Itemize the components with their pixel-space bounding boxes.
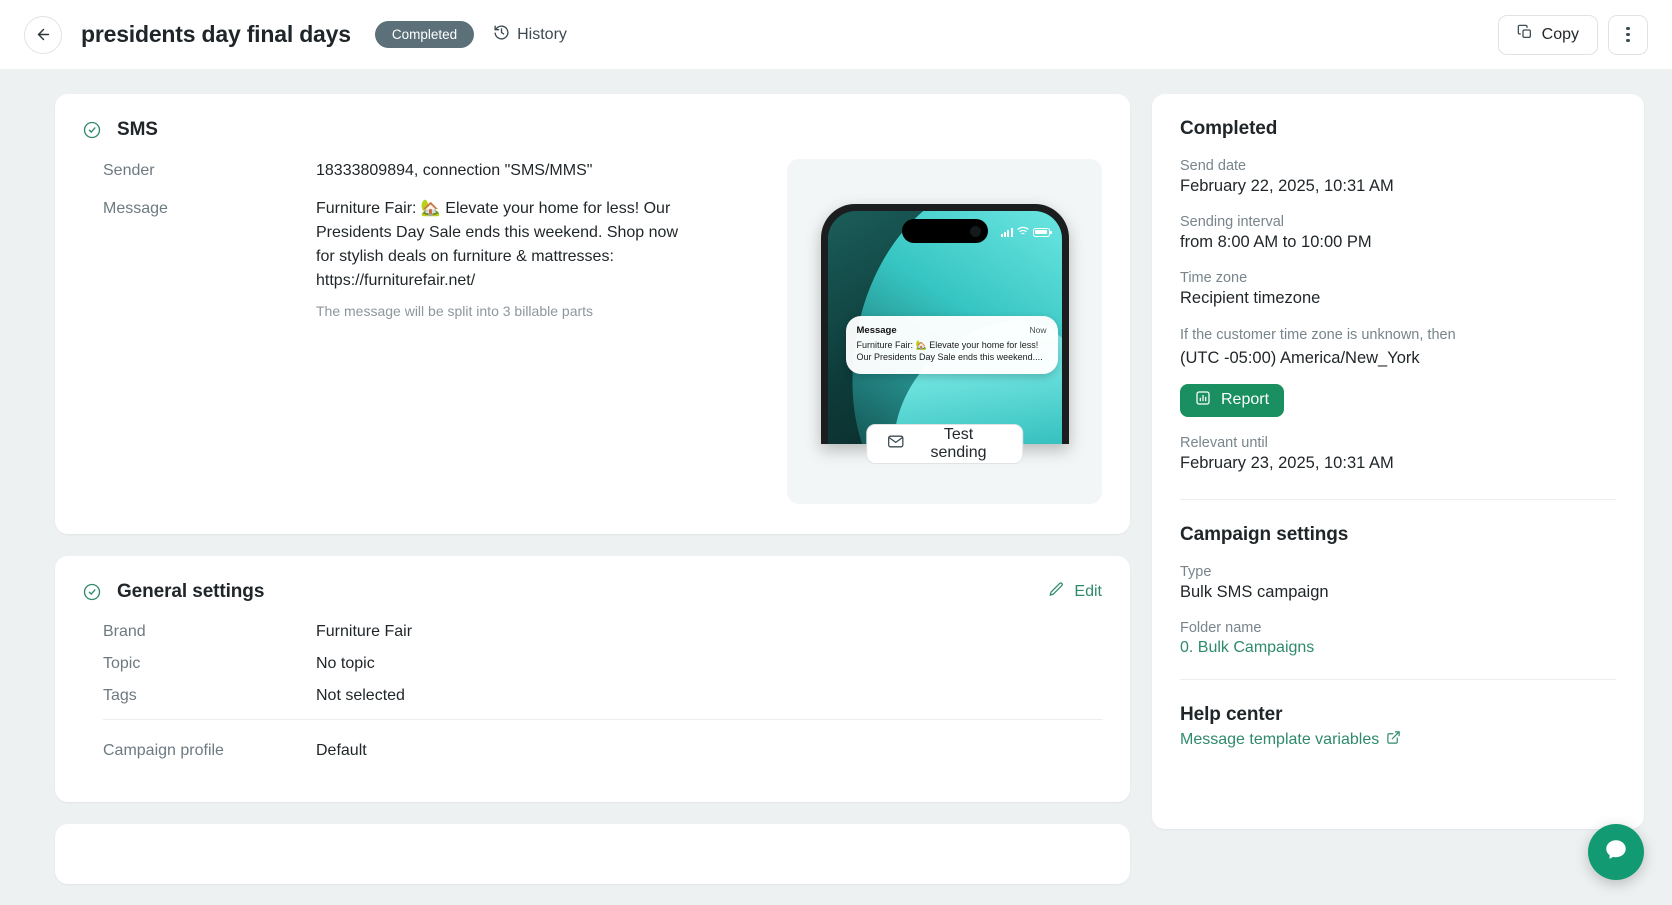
time-zone-value: Recipient timezone (1180, 289, 1321, 307)
time-zone-fallback-note: If the customer time zone is unknown, th… (1180, 327, 1456, 343)
tags-label: Tags (103, 687, 137, 704)
relevant-until-value: February 23, 2025, 10:31 AM (1180, 453, 1394, 472)
test-sending-label: Test sending (930, 426, 987, 461)
phone-preview: Message Now Furniture Fair: 🏡 Elevate yo… (787, 159, 1102, 504)
report-label: Report (1221, 391, 1270, 409)
message-value: Furniture Fair: 🏡 Elevate your home for … (316, 200, 678, 289)
sidebar-divider-1 (1180, 498, 1616, 500)
sms-card-body: Sender 18333809894, connection "SMS/MMS"… (83, 159, 1102, 504)
arrow-left-icon (35, 26, 52, 43)
topic-value: No topic (316, 655, 375, 672)
field-row-message: Message Furniture Fair: 🏡 Elevate your h… (103, 197, 783, 319)
main-column: SMS Sender 18333809894, connection "SMS/… (55, 94, 1130, 905)
topic-label: Topic (103, 655, 141, 672)
time-zone-label: Time zone (1180, 270, 1248, 286)
more-options-button[interactable] (1608, 14, 1648, 55)
bar-chart-icon (1195, 390, 1211, 411)
sidebar-status-title: Completed (1180, 118, 1278, 139)
message-label: Message (103, 200, 168, 217)
row-tags: Tags Not selected (103, 687, 1102, 705)
sms-card-title: SMS (117, 119, 158, 140)
sms-card-header: SMS (83, 119, 1102, 141)
row-campaign-profile: Campaign profile Default (103, 742, 1102, 760)
back-button[interactable] (24, 15, 62, 54)
wifi-icon (1016, 223, 1029, 241)
chat-bubble-icon (1603, 837, 1629, 868)
general-settings-body: Brand Furniture Fair Topic No topic Tags… (83, 623, 1103, 760)
envelope-icon (887, 433, 904, 455)
brand-value: Furniture Fair (316, 623, 413, 640)
copy-label: Copy (1541, 25, 1579, 43)
message-template-variables-link[interactable]: Message template variables (1180, 730, 1616, 750)
status-badge: Completed (374, 21, 475, 48)
pencil-icon (1048, 581, 1065, 603)
notification-body: Furniture Fair: 🏡 Elevate your home for … (856, 340, 1043, 363)
report-button[interactable]: Report (1180, 383, 1285, 417)
tags-value: Not selected (316, 687, 405, 704)
page-title: presidents day final days (81, 21, 351, 47)
general-settings-card: General settings Edit Brand Furniture Fa… (55, 556, 1130, 802)
notification-header: Message Now (857, 325, 1047, 336)
general-settings-header: General settings Edit (83, 581, 1102, 603)
test-sending-button[interactable]: Test sending (865, 424, 1024, 464)
sending-interval-label: Sending interval (1180, 214, 1284, 230)
battery-icon (1032, 227, 1052, 237)
sidebar-column: Completed Send date February 22, 2025, 1… (1152, 94, 1644, 905)
topbar-actions: Copy (1497, 14, 1648, 55)
check-circle-icon (83, 583, 101, 601)
phone-screen: Message Now Furniture Fair: 🏡 Elevate yo… (827, 211, 1062, 444)
sender-value: 18333809894, connection "SMS/MMS" (316, 162, 593, 179)
campaign-summary-card: Completed Send date February 22, 2025, 1… (1152, 94, 1644, 829)
row-topic: Topic No topic (103, 655, 1102, 673)
top-bar: presidents day final days Completed Hist… (0, 0, 1672, 69)
notification-banner: Message Now Furniture Fair: 🏡 Elevate yo… (845, 316, 1058, 375)
sms-fields: Sender 18333809894, connection "SMS/MMS"… (83, 159, 783, 504)
check-circle-icon (83, 121, 101, 139)
next-card-partial (55, 824, 1130, 884)
message-template-variables-label: Message template variables (1180, 730, 1380, 748)
clock-history-icon (493, 24, 510, 46)
signal-icon (1000, 227, 1013, 237)
phone-status-bar (1000, 223, 1052, 241)
send-date-value: February 22, 2025, 10:31 AM (1180, 177, 1394, 195)
relevant-until-label: Relevant until (1180, 434, 1268, 451)
help-center-title: Help center (1180, 703, 1283, 725)
type-label: Type (1180, 563, 1212, 580)
divider (103, 719, 1103, 720)
folder-name-label: Folder name (1180, 619, 1262, 636)
copy-icon (1517, 24, 1533, 45)
history-button[interactable]: History (493, 24, 567, 46)
dynamic-island (901, 219, 988, 243)
front-camera-icon (969, 225, 981, 237)
sender-label: Sender (103, 162, 155, 179)
more-vertical-icon (1626, 25, 1630, 44)
chat-widget-button[interactable] (1588, 824, 1644, 880)
notification-time: Now (1029, 325, 1047, 335)
edit-button[interactable]: Edit (1048, 581, 1102, 603)
brand-label: Brand (103, 623, 146, 640)
time-zone-fallback-value: (UTC -05:00) America/New_York (1180, 348, 1420, 367)
sidebar-divider-2 (1180, 678, 1616, 680)
phone-mockup: Message Now Furniture Fair: 🏡 Elevate yo… (820, 204, 1069, 444)
field-row-sender: Sender 18333809894, connection "SMS/MMS" (103, 159, 783, 183)
app-root: presidents day final days Completed Hist… (0, 0, 1672, 905)
history-label: History (517, 25, 567, 43)
type-value: Bulk SMS campaign (1180, 582, 1329, 601)
general-settings-title: General settings (117, 581, 265, 602)
send-date-label: Send date (1180, 158, 1247, 174)
external-link-icon (1386, 730, 1401, 750)
message-block: Furniture Fair: 🏡 Elevate your home for … (316, 197, 701, 319)
folder-name-value[interactable]: 0. Bulk Campaigns (1180, 639, 1314, 657)
sending-interval-value: from 8:00 AM to 10:00 PM (1180, 233, 1372, 251)
edit-label: Edit (1074, 583, 1102, 600)
sms-card: SMS Sender 18333809894, connection "SMS/… (55, 94, 1130, 534)
notification-app-name: Message (856, 325, 897, 336)
campaign-profile-value: Default (316, 742, 367, 759)
copy-button[interactable]: Copy (1497, 14, 1598, 55)
campaign-profile-label: Campaign profile (103, 742, 224, 759)
campaign-settings-title: Campaign settings (1180, 523, 1349, 545)
page-content: SMS Sender 18333809894, connection "SMS/… (0, 69, 1672, 905)
row-brand: Brand Furniture Fair (103, 623, 1102, 641)
billable-parts-note: The message will be split into 3 billabl… (316, 303, 594, 319)
